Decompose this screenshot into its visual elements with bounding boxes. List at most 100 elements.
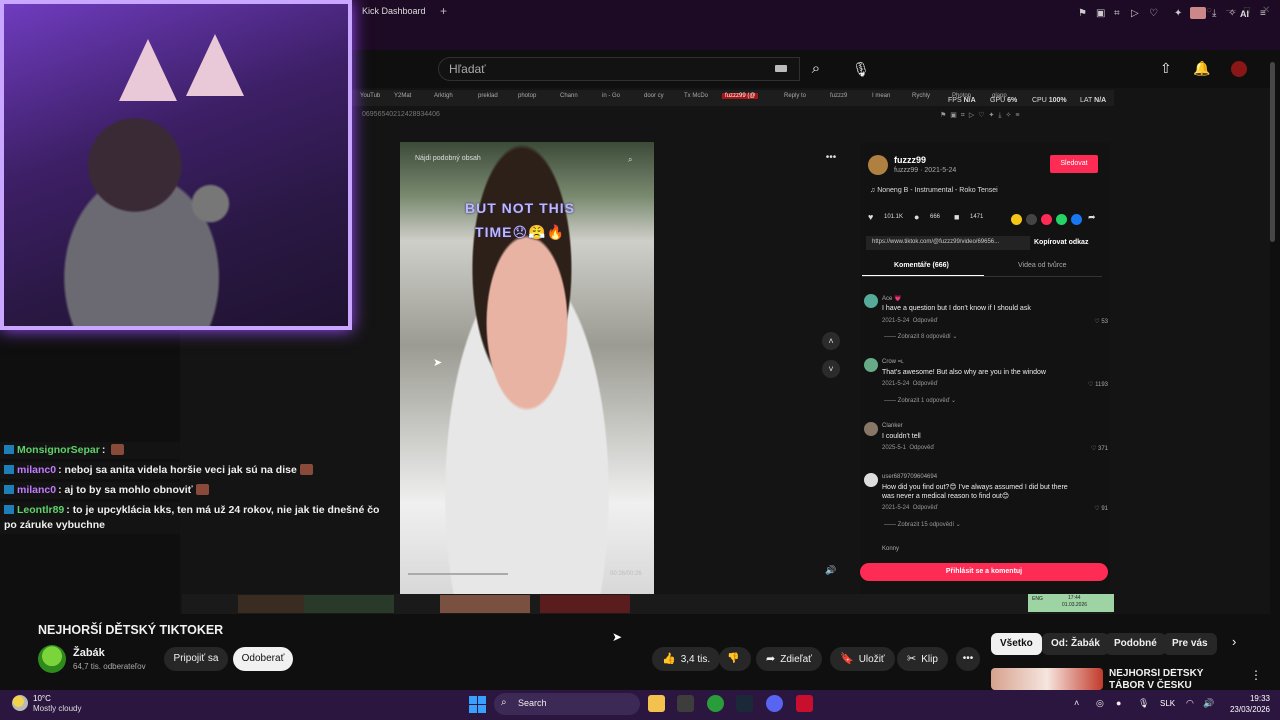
comment-avatar[interactable] (864, 473, 878, 487)
chevron-up-icon[interactable]: ˄ (1074, 698, 1079, 708)
ai-label[interactable]: AI (1240, 9, 1249, 19)
chat-username[interactable]: Leontlr89 (17, 504, 64, 516)
bookmark-item[interactable]: Arktigh (434, 93, 453, 99)
like-button[interactable]: 👍 3,4 tis. (652, 647, 721, 671)
bookmark-item[interactable]: Rychly (912, 93, 930, 99)
microphone-icon[interactable]: 🎙 (1138, 698, 1149, 709)
more-actions-icon[interactable]: ••• (956, 647, 980, 671)
view-replies-link[interactable]: —— Zobrazit 15 odpovědí ⌄ (884, 521, 961, 528)
login-to-comment-button[interactable]: Přihlásit se a komentuj (860, 563, 1108, 581)
bookmark-item[interactable]: Reply to (784, 93, 806, 99)
bookmark-item[interactable]: preklad (478, 93, 498, 99)
comment-likes[interactable]: ♡ 371 (1082, 445, 1108, 452)
chat-username[interactable]: milanc0 (17, 484, 56, 496)
embedded-taskbar-thumb[interactable] (540, 595, 630, 613)
facebook-icon[interactable] (1071, 214, 1082, 225)
subscribe-button[interactable]: Odoberať (233, 647, 293, 671)
file-explorer-icon[interactable] (648, 695, 665, 712)
chip-all[interactable]: Všetko (991, 633, 1042, 655)
profile-icon[interactable] (1190, 7, 1206, 19)
chip-from-channel[interactable]: Od: Žabák (1042, 633, 1109, 655)
creator-username[interactable]: fuzzz99 (894, 155, 926, 165)
comment-avatar[interactable] (864, 358, 878, 372)
menu-icon[interactable]: ≡ (1260, 8, 1266, 19)
puzzle-icon[interactable]: ✦ (1174, 8, 1182, 19)
bookmark-item[interactable]: in - Go (602, 93, 620, 99)
play-icon[interactable]: ▷ (1131, 8, 1139, 19)
comment-avatar[interactable] (864, 294, 878, 308)
share-arrow-icon[interactable]: ➦ (1088, 212, 1096, 223)
browser-tab-kick-dashboard[interactable]: Kick Dashboard (362, 6, 426, 16)
embedded-taskbar-thumb[interactable] (440, 595, 530, 613)
download-icon[interactable]: ⤓ (1212, 8, 1216, 19)
heart-icon[interactable]: ♡ (1149, 8, 1158, 19)
bookmark-item[interactable]: I mean (872, 93, 890, 99)
save-icon[interactable]: ■ (954, 212, 959, 222)
channel-name[interactable]: Žabák (73, 647, 105, 659)
save-button[interactable]: 🔖 Uložiť (830, 647, 895, 671)
comment-author[interactable]: Crow =ʟ (882, 359, 904, 365)
share-button[interactable]: ➦ Zdieľať (756, 647, 822, 671)
search-input[interactable]: Hľadať (438, 57, 800, 81)
new-tab-icon[interactable]: + (440, 4, 447, 18)
steam-icon[interactable] (736, 695, 753, 712)
start-button[interactable] (469, 696, 486, 713)
bookmark-item[interactable]: photop (518, 93, 536, 99)
related-video-thumbnail[interactable] (991, 668, 1103, 690)
keyboard-icon[interactable] (775, 65, 787, 72)
bookmark-item[interactable]: Y2Mat (394, 93, 411, 99)
chevron-right-icon[interactable]: › (1232, 634, 1236, 649)
view-replies-link[interactable]: —— Zobrazit 8 odpovědí ⌄ (884, 333, 957, 340)
volume-icon[interactable]: 🔊 (1203, 698, 1214, 709)
notifications-icon[interactable]: 🔔 (1193, 60, 1210, 77)
copy-link-button[interactable]: Kopírovat odkaz (1034, 236, 1088, 246)
store-icon[interactable] (677, 695, 694, 712)
whatsapp-icon[interactable] (1056, 214, 1067, 225)
taskbar-search[interactable]: Search (494, 693, 640, 715)
tab-creator-videos[interactable]: Videa od tvůrce (1018, 262, 1067, 269)
comment-likes[interactable]: ♡ 53 (1082, 318, 1108, 325)
dislike-button[interactable]: 👎 (719, 647, 751, 671)
input-language[interactable]: SLK (1160, 699, 1175, 708)
screenshot-icon[interactable]: ⌗ (1114, 8, 1120, 19)
clock-date[interactable]: 23/03/2026 (1222, 705, 1270, 714)
chrome-icon[interactable] (707, 695, 724, 712)
extension-icon[interactable]: ▣ (1096, 8, 1105, 19)
view-replies-link[interactable]: —— Zobrazit 1 odpověď ⌄ (884, 397, 956, 404)
video-progress-bar[interactable] (408, 573, 508, 575)
creator-avatar[interactable] (868, 155, 888, 175)
app-tray-icon[interactable]: ● (1116, 698, 1121, 708)
chip-for-you[interactable]: Pre vás (1163, 633, 1217, 655)
bookmark-item[interactable]: Tx McDo (684, 93, 708, 99)
search-icon[interactable]: ⌕ (800, 57, 832, 81)
weather-temperature[interactable]: 10°C (33, 694, 51, 703)
chevron-up-icon[interactable]: ˄ (822, 332, 840, 350)
ai-icon[interactable]: ✧ (1228, 8, 1236, 19)
music-title[interactable]: ♫ Noneng B - Instrumental - Roko Tensei (870, 187, 998, 194)
microphone-icon[interactable]: 🎙 (848, 57, 874, 81)
comment-author[interactable]: Clanker (882, 423, 903, 429)
clock-time[interactable]: 19:33 (1232, 694, 1270, 703)
volume-icon[interactable]: 🔊 (822, 565, 840, 581)
like-icon[interactable]: ♥ (868, 212, 873, 222)
channel-avatar[interactable] (38, 645, 66, 673)
weather-description[interactable]: Mostly cloudy (33, 704, 81, 713)
bookmark-icon[interactable]: ⚑ (1078, 8, 1087, 19)
bookmark-item[interactable]: YouTub (360, 93, 380, 99)
bookmark-item-active[interactable]: fuzzz99 (@ (722, 93, 759, 99)
video-search-field[interactable]: Nájdi podobný obsah (415, 155, 481, 162)
embedded-taskbar-thumb[interactable] (304, 595, 394, 613)
related-video-title[interactable]: NEJHORŠÍ DĚTSKÝ TÁBOR V ČESKU (1109, 668, 1239, 690)
chevron-down-icon[interactable]: ˅ (822, 360, 840, 378)
bookmark-item[interactable]: fuzzz9 (830, 93, 847, 99)
related-more-icon[interactable]: ⋮ (1250, 668, 1262, 682)
chat-username[interactable]: milanc0 (17, 464, 56, 476)
discord-icon[interactable] (766, 695, 783, 712)
comment-icon[interactable]: ● (914, 212, 919, 222)
comment-author[interactable]: Ace 💗 (882, 295, 901, 302)
search-icon[interactable]: ⌕ (628, 155, 632, 165)
follow-button[interactable]: Sledovat (1050, 155, 1098, 173)
more-options-icon[interactable]: ••• (820, 152, 842, 168)
page-scrollbar[interactable] (1270, 62, 1275, 242)
comment-likes[interactable]: ♡ 91 (1082, 505, 1108, 512)
